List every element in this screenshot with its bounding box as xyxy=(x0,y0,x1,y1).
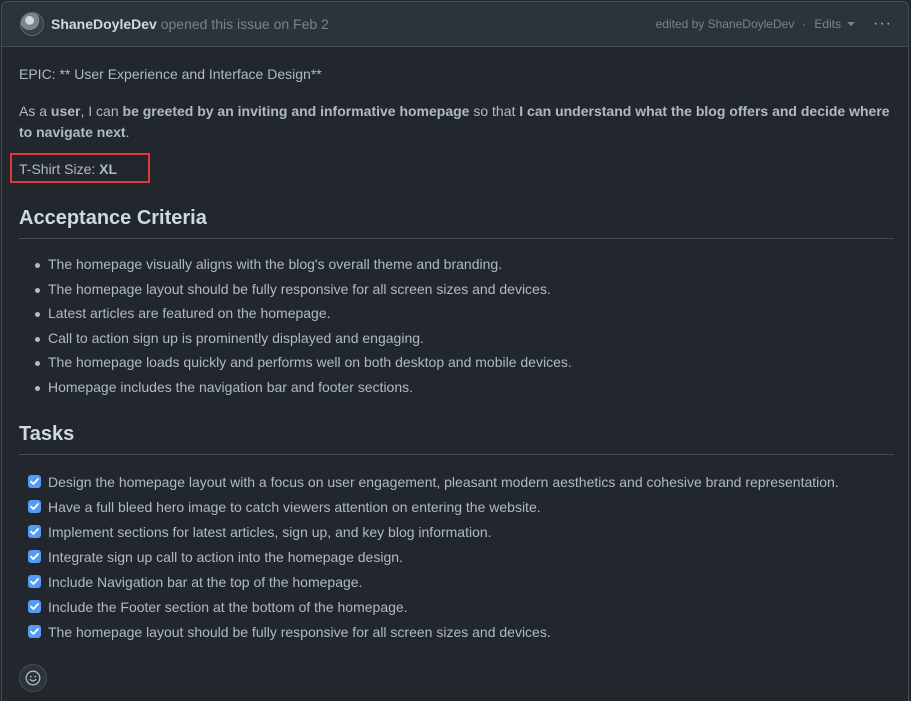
caret-down-icon xyxy=(847,22,856,26)
acceptance-criteria-list: The homepage visually aligns with the bl… xyxy=(19,252,894,399)
user-story: As a user, I can be greeted by an inviti… xyxy=(19,101,894,143)
task-item: Implement sections for latest articles, … xyxy=(19,520,894,545)
check-icon xyxy=(30,528,39,535)
smiley-icon xyxy=(25,670,41,686)
task-list: Design the homepage layout with a focus … xyxy=(19,470,894,645)
story-text: As a xyxy=(19,103,51,119)
story-text: , I can xyxy=(80,103,123,119)
opened-text: opened this issue on Feb 2 xyxy=(161,16,329,32)
check-icon xyxy=(30,553,39,560)
check-icon xyxy=(30,578,39,585)
task-checkbox[interactable] xyxy=(28,500,41,513)
author-line: ShaneDoyleDev opened this issue on Feb 2 xyxy=(51,16,329,32)
tasks-heading: Tasks xyxy=(19,422,894,455)
task-item: Include the Footer section at the bottom… xyxy=(19,595,894,620)
more-options-icon[interactable]: ··· xyxy=(873,16,892,32)
task-label: Implement sections for latest articles, … xyxy=(48,524,492,540)
list-item: Latest articles are featured on the home… xyxy=(19,301,894,326)
task-label: Include Navigation bar at the top of the… xyxy=(48,574,363,590)
header-meta: edited by ShaneDoyleDev · Edits ··· xyxy=(655,16,892,32)
task-checkbox[interactable] xyxy=(28,575,41,588)
epic-line: EPIC: ** User Experience and Interface D… xyxy=(19,66,322,82)
check-icon xyxy=(30,628,39,635)
task-checkbox[interactable] xyxy=(28,625,41,638)
task-item: Integrate sign up call to action into th… xyxy=(19,545,894,570)
check-icon xyxy=(30,478,39,485)
tshirt-label: T-Shirt Size: xyxy=(19,161,100,177)
task-label: Design the homepage layout with a focus … xyxy=(48,474,839,490)
check-icon xyxy=(30,603,39,610)
list-item: Homepage includes the navigation bar and… xyxy=(19,375,894,400)
list-item: The homepage layout should be fully resp… xyxy=(19,277,894,302)
tshirt-value: XL xyxy=(99,161,118,177)
tshirt-size: T-Shirt Size: XL xyxy=(19,159,117,180)
action-text: opened this issue on Feb 2 xyxy=(160,16,329,32)
author-link[interactable]: ShaneDoyleDev xyxy=(51,16,157,32)
acceptance-criteria-heading: Acceptance Criteria xyxy=(19,206,894,239)
story-text: . xyxy=(125,124,130,140)
story-bold: be greeted by an inviting and informativ… xyxy=(122,103,470,119)
edited-by-text: edited by ShaneDoyleDev xyxy=(655,17,795,31)
list-item: The homepage loads quickly and performs … xyxy=(19,350,894,375)
issue-comment-card: ShaneDoyleDev opened this issue on Feb 2… xyxy=(1,1,909,701)
check-icon xyxy=(30,503,39,510)
edits-label: Edits xyxy=(814,17,842,31)
task-checkbox[interactable] xyxy=(28,475,41,488)
task-label: Integrate sign up call to action into th… xyxy=(48,549,403,565)
story-text: so that xyxy=(469,103,520,119)
task-checkbox[interactable] xyxy=(28,525,41,538)
task-checkbox[interactable] xyxy=(28,600,41,613)
task-item: Have a full bleed hero image to catch vi… xyxy=(19,495,894,520)
add-reaction-button[interactable] xyxy=(19,664,47,692)
separator: · xyxy=(802,17,807,31)
story-bold: user xyxy=(50,103,81,119)
task-item: Include Navigation bar at the top of the… xyxy=(19,570,894,595)
list-item: Call to action sign up is prominently di… xyxy=(19,326,894,351)
comment-header: ShaneDoyleDev opened this issue on Feb 2… xyxy=(2,2,908,47)
task-item: Design the homepage layout with a focus … xyxy=(19,470,894,495)
task-label: The homepage layout should be fully resp… xyxy=(48,624,551,640)
user-avatar[interactable] xyxy=(20,12,44,36)
task-label: Have a full bleed hero image to catch vi… xyxy=(48,499,541,515)
task-checkbox[interactable] xyxy=(28,550,41,563)
task-item: The homepage layout should be fully resp… xyxy=(19,620,894,645)
list-item: The homepage visually aligns with the bl… xyxy=(19,252,894,277)
edits-dropdown[interactable]: Edits xyxy=(814,17,856,31)
task-label: Include the Footer section at the bottom… xyxy=(48,599,408,615)
